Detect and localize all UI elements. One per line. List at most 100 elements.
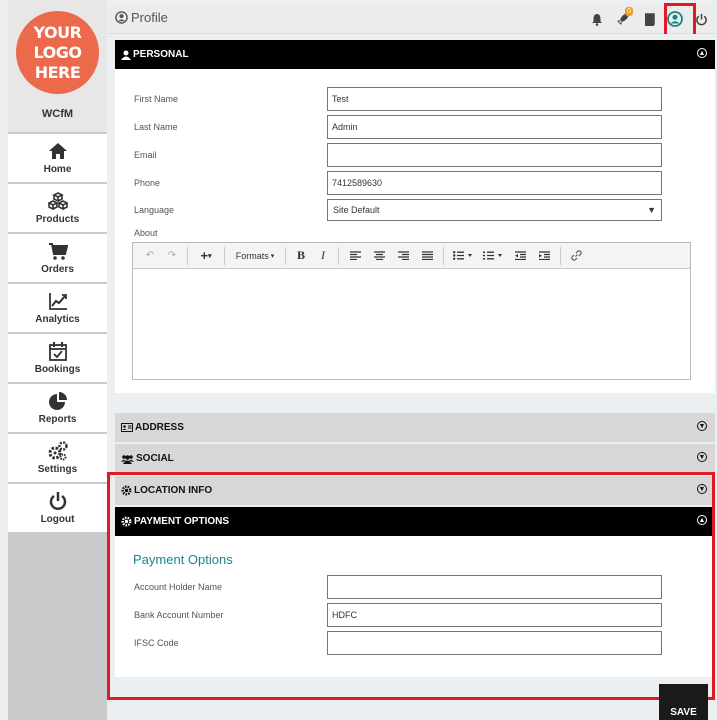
align-right-icon[interactable] (391, 243, 415, 269)
formats-label: Formats (235, 250, 269, 261)
expand-icon[interactable]: ▼ (697, 421, 707, 431)
collapse-icon[interactable]: ▲ (697, 48, 707, 58)
ifsc-code-field[interactable] (327, 631, 662, 655)
undo-icon[interactable]: ↶ (139, 243, 161, 269)
bank-account-field[interactable]: HDFC (327, 603, 662, 627)
language-select[interactable]: Site Default ▼ (327, 199, 662, 221)
about-label: About (134, 228, 158, 238)
sidebar-item-label: Analytics (35, 314, 80, 325)
account-holder-field[interactable] (327, 575, 662, 599)
payment-section-header[interactable]: PAYMENT OPTIONS ▲ (115, 507, 715, 536)
sidebar-item-analytics[interactable]: Analytics (8, 284, 107, 332)
notification-badge: 0 (625, 7, 633, 16)
cart-icon (48, 243, 68, 260)
page-title: Profile (115, 10, 168, 25)
sidebar-item-reports[interactable]: Reports (8, 384, 107, 432)
logo-line-1: YOUR (33, 22, 82, 42)
align-justify-icon[interactable] (415, 243, 439, 269)
ifsc-code-label: IFSC Code (134, 638, 179, 648)
logo-area: YOUR LOGO HERE WCfM (8, 0, 107, 132)
align-center-icon[interactable] (367, 243, 391, 269)
calendar-icon (48, 342, 67, 361)
editor-content-area[interactable] (133, 269, 690, 379)
personal-panel: PERSONAL ▲ First Name Test Last Name Adm… (115, 40, 715, 393)
sidebar-item-label: Orders (41, 264, 74, 275)
sidebar-item-products[interactable]: Products (8, 184, 107, 232)
phone-field[interactable]: 7412589630 (327, 171, 662, 195)
personal-section-title: PERSONAL (133, 49, 189, 60)
first-name-field[interactable]: Test (327, 87, 662, 111)
location-section-header[interactable]: LOCATION INFO ▼ (115, 476, 715, 505)
payment-panel: PAYMENT OPTIONS ▲ Payment Options Accoun… (115, 507, 715, 677)
payment-section-title: PAYMENT OPTIONS (134, 516, 230, 527)
top-bar: Profile 0 (107, 4, 717, 34)
logo-line-2: LOGO (33, 42, 82, 62)
email-label: Email (134, 150, 157, 160)
sidebar-item-label: Settings (37, 464, 78, 475)
first-name-label: First Name (134, 94, 179, 104)
personal-section-header[interactable]: PERSONAL ▲ (115, 40, 715, 69)
expand-icon[interactable]: ▼ (697, 484, 707, 494)
language-label: Language (134, 205, 175, 215)
toolbar-separator (560, 246, 561, 265)
italic-icon[interactable]: I (312, 243, 334, 269)
profile-highlight-box (664, 3, 696, 37)
cogs-icon (48, 441, 68, 461)
sidebar: YOUR LOGO HERE WCfM Home Products Orders… (8, 0, 107, 720)
toolbar-separator (285, 246, 286, 265)
numbered-list-icon[interactable] (478, 243, 508, 269)
email-field[interactable] (327, 143, 662, 167)
main-content: PERSONAL ▲ First Name Test Last Name Adm… (107, 34, 717, 720)
account-holder-label: Account Holder Name (134, 582, 223, 592)
language-select-value: Site Default (333, 205, 380, 215)
last-name-field[interactable]: Admin (327, 115, 662, 139)
chart-icon (48, 293, 67, 310)
formats-dropdown[interactable]: Formats ▾ (229, 243, 281, 269)
link-icon[interactable] (565, 243, 587, 269)
sidebar-item-settings[interactable]: Settings (8, 434, 107, 482)
book-icon (644, 12, 655, 26)
sidebar-item-label: Bookings (34, 364, 81, 375)
power-icon (695, 13, 707, 25)
toolbar-separator (224, 246, 225, 265)
sidebar-item-logout[interactable]: Logout (8, 484, 107, 532)
redo-icon[interactable]: ↷ (161, 243, 183, 269)
announcements-button[interactable]: 0 (613, 7, 633, 30)
phone-label: Phone (134, 178, 161, 188)
address-section-title: ADDRESS (135, 422, 184, 433)
sidebar-item-bookings[interactable]: Bookings (8, 334, 107, 382)
outdent-icon[interactable] (508, 243, 532, 269)
expand-icon[interactable]: ▼ (697, 452, 707, 462)
address-section-header[interactable]: ADDRESS ▼ (115, 413, 715, 442)
indent-icon[interactable] (532, 243, 556, 269)
social-section-title: SOCIAL (136, 453, 174, 464)
store-logo[interactable]: YOUR LOGO HERE (16, 11, 99, 94)
align-left-icon[interactable] (343, 243, 367, 269)
gear-icon (121, 516, 132, 527)
sidebar-item-home[interactable]: Home (8, 134, 107, 182)
bullet-list-icon[interactable] (448, 243, 478, 269)
user-circle-icon (115, 11, 128, 24)
sidebar-item-orders[interactable]: Orders (8, 234, 107, 282)
notifications-button[interactable] (587, 8, 607, 30)
insert-button[interactable]: + ▾ (192, 243, 220, 269)
logo-line-3: HERE (34, 62, 81, 82)
social-section-header[interactable]: SOCIAL ▼ (115, 444, 715, 473)
users-icon (121, 454, 134, 464)
knowledgebase-button[interactable] (639, 8, 659, 30)
collapse-icon[interactable]: ▲ (697, 515, 707, 525)
bold-icon[interactable]: B (290, 243, 312, 269)
page-title-text: Profile (131, 10, 168, 25)
sidebar-item-label: Reports (38, 414, 77, 425)
pie-chart-icon (48, 392, 67, 410)
last-name-label: Last Name (134, 122, 178, 132)
power-icon (49, 492, 66, 510)
save-button[interactable]: SAVE (659, 684, 708, 720)
sidebar-menu: Home Products Orders Analytics Bookings … (8, 134, 107, 532)
home-icon (48, 143, 67, 159)
location-section-title: LOCATION INFO (134, 485, 213, 496)
location-panel: LOCATION INFO ▼ (115, 476, 715, 505)
gear-icon (121, 485, 132, 496)
user-icon (121, 50, 131, 60)
toolbar-separator (443, 246, 444, 265)
